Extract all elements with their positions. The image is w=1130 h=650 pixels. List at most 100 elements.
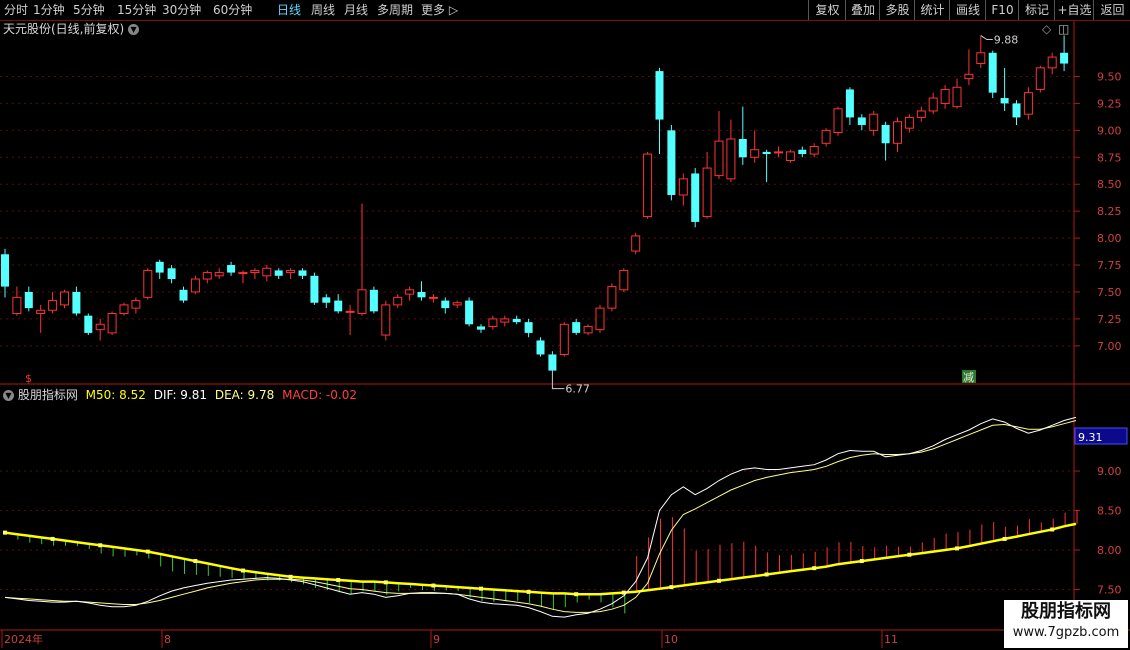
candle-body-71 <box>845 89 854 118</box>
panel-toggle-icon[interactable]: ◫ <box>1058 22 1069 36</box>
candle-body-84 <box>1000 98 1009 104</box>
candle-body-20 <box>238 272 248 275</box>
watermark-url: www.7gpzb.com <box>1012 625 1120 640</box>
candle-body-8 <box>95 323 105 331</box>
candle-body-2 <box>24 291 33 309</box>
price-tick-label-1: 7.25 <box>1097 313 1122 326</box>
main-chart-title[interactable]: 天元股份(日线,前复权) ▼ <box>3 22 140 36</box>
candle-body-36 <box>428 296 438 299</box>
date-label-1: 8 <box>164 633 171 646</box>
candle-body-75 <box>893 121 902 144</box>
candle-body-44 <box>524 322 533 333</box>
dividend-marker: $ <box>25 372 32 385</box>
candle-body-56 <box>667 130 676 195</box>
m50-label: M50: 8.52 <box>85 388 146 402</box>
indicator-title[interactable]: ▼ 股朋指标网 M50: 8.52 DIF: 9.81 DEA: 9.78 MA… <box>3 388 357 402</box>
m50-dot-12 <box>145 549 150 554</box>
candle-body-26 <box>310 275 319 303</box>
m50-dot-36 <box>431 583 436 588</box>
watermark: 股朋指标网 www.7gpzb.com <box>1004 600 1128 648</box>
candle-body-17 <box>202 272 212 280</box>
price-tick-label-8: 9.00 <box>1097 124 1122 137</box>
watermark-title: 股朋指标网 <box>1021 601 1111 622</box>
m50-dot-64 <box>764 572 769 577</box>
candle-body-46 <box>548 354 557 371</box>
candle-body-87 <box>1035 67 1045 90</box>
m50-dot-68 <box>812 566 817 571</box>
m50-dot-72 <box>859 559 864 564</box>
m50-dot-0 <box>3 530 7 535</box>
candle-body-47 <box>559 323 569 355</box>
candle-body-5 <box>60 291 69 306</box>
candle-body-62 <box>738 138 747 158</box>
m50-dot-16 <box>193 559 198 564</box>
candle-body-82 <box>976 52 986 65</box>
indicator-dropdown-icon[interactable]: ▼ <box>3 390 14 401</box>
m50-dot-40 <box>479 586 483 591</box>
candle-body-23 <box>274 270 283 276</box>
candle-body-33 <box>393 296 403 306</box>
candle-body-48 <box>572 322 581 333</box>
candle-body-37 <box>441 300 450 309</box>
candle-body-61 <box>726 138 736 180</box>
price-tick-label-7: 8.75 <box>1097 151 1122 164</box>
candle-body-64 <box>762 151 771 155</box>
candle-body-21 <box>250 269 260 274</box>
candle-body-68 <box>809 146 819 155</box>
low-marker-line <box>551 370 565 390</box>
candle-body-81 <box>964 73 974 80</box>
indicator-tick-label-2: 8.50 <box>1097 505 1122 518</box>
price-tick-label-10: 9.50 <box>1097 70 1122 83</box>
m50-dot-56 <box>669 585 674 590</box>
title-dropdown-icon[interactable]: ▼ <box>128 24 140 35</box>
m50-line <box>4 522 1077 596</box>
candle-body-66 <box>785 151 795 162</box>
candle-body-78 <box>928 97 938 112</box>
candle-body-67 <box>798 149 807 155</box>
m50-dot-24 <box>288 574 293 579</box>
candle-body-52 <box>619 269 629 291</box>
candle-body-72 <box>857 117 866 125</box>
kline-chart[interactable]: 7.00 7.25 7.50 7.75 8.00 8.25 8.50 8.75 9.00 9.25… <box>0 0 1130 650</box>
date-label-2: 9 <box>433 633 440 646</box>
dea-line <box>4 420 1077 613</box>
macd-label: MACD: -0.02 <box>282 388 357 402</box>
m50-dot-32 <box>383 580 388 585</box>
candle-body-4 <box>48 300 58 311</box>
candle-body-19 <box>227 265 236 273</box>
candle-body-32 <box>381 304 391 336</box>
candle-body-50 <box>595 307 605 331</box>
candle-body-80 <box>952 86 962 108</box>
candle-body-59 <box>702 167 712 218</box>
m50-dot-20 <box>241 568 245 573</box>
candle-body-1 <box>12 296 22 315</box>
price-tick-label-0: 7.00 <box>1097 340 1122 353</box>
low-price-label: 6.77 <box>565 383 590 396</box>
candle-body-29 <box>345 310 355 313</box>
candle-body-24 <box>286 269 296 274</box>
candle-body-76 <box>904 116 914 129</box>
candle-body-41 <box>488 318 498 327</box>
candle-body-69 <box>821 129 831 144</box>
candle-body-88 <box>1047 56 1057 69</box>
candle-body-11 <box>131 300 141 309</box>
m50-dot-88 <box>1050 527 1055 532</box>
price-tick-label-3: 7.75 <box>1097 259 1122 272</box>
reduce-marker: 减 <box>963 371 974 384</box>
candle-body-27 <box>322 297 331 303</box>
price-tick-label-9: 9.25 <box>1097 97 1122 110</box>
dif-line <box>4 416 1077 618</box>
candle-body-6 <box>72 291 81 314</box>
candle-body-53 <box>631 235 641 252</box>
candle-body-85 <box>1012 103 1021 118</box>
diamond-icon[interactable]: ◇ <box>1042 22 1051 36</box>
candle-body-28 <box>334 300 343 312</box>
candle-body-63 <box>750 149 760 158</box>
candle-body-77 <box>916 110 926 118</box>
date-label-0: 2024年 <box>4 632 43 646</box>
candle-body-12 <box>143 269 153 298</box>
high-marker-line <box>980 35 993 41</box>
candle-body-60 <box>714 140 724 177</box>
candle-body-65 <box>774 151 783 154</box>
indicator-tick-label-3: 9.00 <box>1097 465 1122 478</box>
